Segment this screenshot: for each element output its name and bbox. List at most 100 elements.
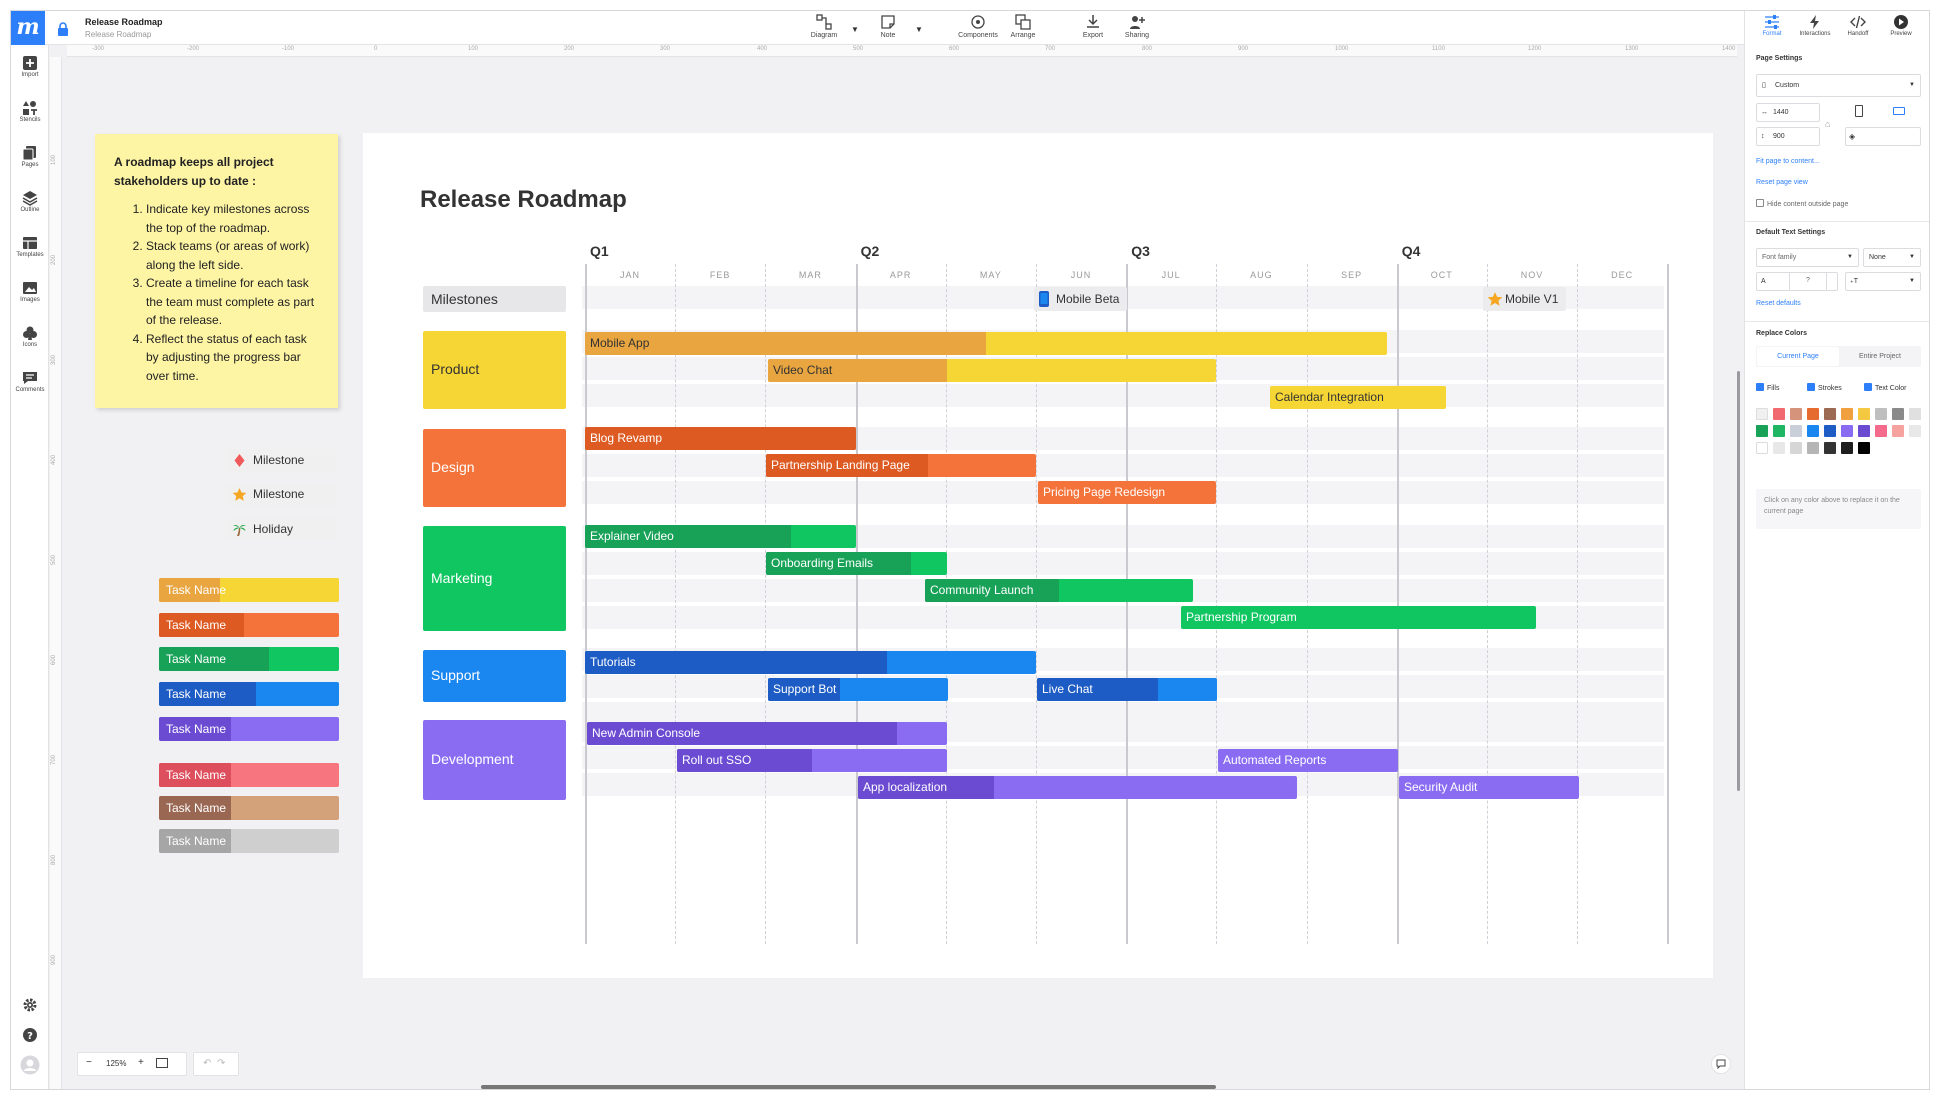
color-swatch[interactable] [1858, 425, 1870, 437]
tab-format[interactable]: Format [1754, 14, 1790, 37]
note-button[interactable]: Note [866, 14, 910, 44]
settings-button[interactable] [11, 997, 49, 1013]
task-bar[interactable]: App localization [858, 776, 1297, 799]
color-swatch[interactable] [1773, 442, 1785, 454]
font-family-select[interactable]: Font family ▼ [1756, 248, 1859, 267]
color-swatch[interactable] [1790, 425, 1802, 437]
tab-current-page[interactable]: Current Page [1757, 347, 1839, 366]
fills-checkbox[interactable]: Fills [1756, 383, 1779, 392]
task-bar[interactable]: Explainer Video [585, 525, 856, 548]
color-swatch[interactable] [1824, 408, 1836, 420]
task-bar[interactable]: Onboarding Emails [766, 552, 947, 575]
undo-icon[interactable]: ↶ [203, 1058, 211, 1069]
color-swatch[interactable] [1909, 425, 1921, 437]
milestone-mobile-beta[interactable]: Mobile Beta [1034, 287, 1128, 311]
color-swatch[interactable] [1773, 425, 1785, 437]
task-bar[interactable]: New Admin Console [587, 722, 947, 745]
task-bar[interactable]: Blog Revamp [585, 427, 856, 450]
text-color-checkbox[interactable]: Text Color [1864, 383, 1907, 392]
page-background-color-input[interactable]: ◈ [1845, 127, 1921, 146]
fit-screen-icon[interactable] [156, 1058, 168, 1068]
sidebar-item-images[interactable]: Images [11, 280, 49, 303]
color-swatch[interactable] [1824, 425, 1836, 437]
color-swatch[interactable] [1807, 442, 1819, 454]
document-title[interactable]: Release Roadmap [85, 17, 163, 27]
task-bar[interactable]: Calendar Integration [1270, 386, 1446, 409]
color-swatch[interactable] [1858, 442, 1870, 454]
landscape-orientation-icon[interactable] [1893, 107, 1905, 115]
user-avatar[interactable] [11, 1055, 49, 1075]
team-label-support[interactable]: Support [423, 650, 566, 702]
strokes-checkbox[interactable]: Strokes [1807, 383, 1842, 392]
task-bar[interactable]: Partnership Landing Page [766, 454, 1036, 477]
sidebar-item-templates[interactable]: Templates [11, 235, 49, 258]
export-button[interactable]: Export [1071, 14, 1115, 44]
color-swatch[interactable] [1773, 408, 1785, 420]
hide-outside-checkbox[interactable]: Hide content outside page [1756, 199, 1848, 208]
roadmap-title[interactable]: Release Roadmap [420, 186, 627, 214]
color-swatch[interactable] [1756, 442, 1768, 454]
color-swatch[interactable] [1875, 408, 1887, 420]
milestone-mobile-v1[interactable]: Mobile V1 [1483, 287, 1567, 311]
font-weight-select[interactable]: None ▼ [1863, 248, 1921, 267]
page-height-input[interactable]: ↕ 900 [1756, 127, 1820, 146]
tab-handoff[interactable]: Handoff [1840, 14, 1876, 37]
redo-icon[interactable]: ↷ [217, 1058, 225, 1069]
milestones-row-label[interactable]: Milestones [423, 286, 566, 312]
legend-milestone-diamond[interactable]: Milestone [226, 449, 336, 472]
legend-task-sample[interactable]: Task Name [159, 578, 339, 602]
team-label-marketing[interactable]: Marketing [423, 526, 566, 631]
team-label-product[interactable]: Product [423, 331, 566, 409]
legend-holiday[interactable]: Holiday [226, 518, 336, 541]
help-button[interactable]: ? [11, 1027, 49, 1043]
moqups-logo[interactable]: m [11, 11, 45, 45]
aspect-lock-icon[interactable]: ⌂ [1825, 119, 1830, 129]
task-bar[interactable]: Pricing Page Redesign [1038, 481, 1216, 504]
legend-task-sample[interactable]: Task Name [159, 682, 339, 706]
legend-task-sample[interactable]: Task Name [159, 763, 339, 787]
color-swatch[interactable] [1892, 408, 1904, 420]
legend-milestone-star[interactable]: Milestone [226, 483, 336, 506]
task-bar[interactable]: Automated Reports [1218, 749, 1398, 772]
color-swatch[interactable] [1841, 425, 1853, 437]
task-bar[interactable]: Partnership Program [1181, 606, 1536, 629]
diagram-button[interactable]: Diagram [802, 14, 846, 44]
color-swatch[interactable] [1790, 408, 1802, 420]
team-label-development[interactable]: Development [423, 720, 566, 800]
task-bar[interactable]: Live Chat [1037, 678, 1217, 701]
task-bar[interactable]: Support Bot [768, 678, 948, 701]
portrait-orientation-icon[interactable] [1855, 105, 1863, 117]
color-swatch[interactable] [1892, 425, 1904, 437]
color-swatch[interactable] [1756, 408, 1768, 420]
chat-button[interactable] [1711, 1054, 1731, 1074]
diagram-dropdown-icon[interactable]: ▼ [851, 25, 859, 34]
page-preset-select[interactable]: Custom ▼ ▯ [1756, 74, 1921, 97]
vertical-scrollbar[interactable] [1737, 371, 1740, 791]
tab-entire-project[interactable]: Entire Project [1839, 347, 1921, 366]
legend-task-sample[interactable]: Task Name [159, 717, 339, 741]
sticky-note[interactable]: A roadmap keeps all project stakeholders… [95, 134, 338, 408]
reset-defaults-link[interactable]: Reset defaults [1756, 300, 1801, 307]
reset-page-view-link[interactable]: Reset page view [1756, 179, 1808, 186]
legend-task-sample[interactable]: Task Name [159, 613, 339, 637]
zoom-out-button[interactable]: − [86, 1057, 92, 1068]
color-swatch[interactable] [1790, 442, 1802, 454]
zoom-level[interactable]: 125% [106, 1059, 126, 1068]
arrange-button[interactable]: Arrange [1001, 14, 1045, 44]
team-label-design[interactable]: Design [423, 429, 566, 507]
horizontal-scrollbar[interactable] [481, 1085, 1216, 1089]
fit-page-link[interactable]: Fit page to content... [1756, 158, 1820, 165]
task-bar[interactable]: Tutorials [585, 651, 1036, 674]
task-bar[interactable]: Mobile App [585, 332, 1387, 355]
color-swatch[interactable] [1909, 408, 1921, 420]
task-bar[interactable]: Video Chat [768, 359, 1216, 382]
font-size-select[interactable]: ₊T ▼ [1845, 272, 1921, 291]
tab-interactions[interactable]: Interactions [1797, 14, 1833, 37]
color-swatch[interactable] [1824, 442, 1836, 454]
sidebar-item-comments[interactable]: Comments [11, 370, 49, 393]
page-width-input[interactable]: ↔ 1440 [1756, 103, 1820, 122]
color-swatch[interactable] [1841, 442, 1853, 454]
color-swatch[interactable] [1807, 425, 1819, 437]
sharing-button[interactable]: Sharing [1115, 14, 1159, 44]
components-button[interactable]: Components [956, 14, 1000, 44]
